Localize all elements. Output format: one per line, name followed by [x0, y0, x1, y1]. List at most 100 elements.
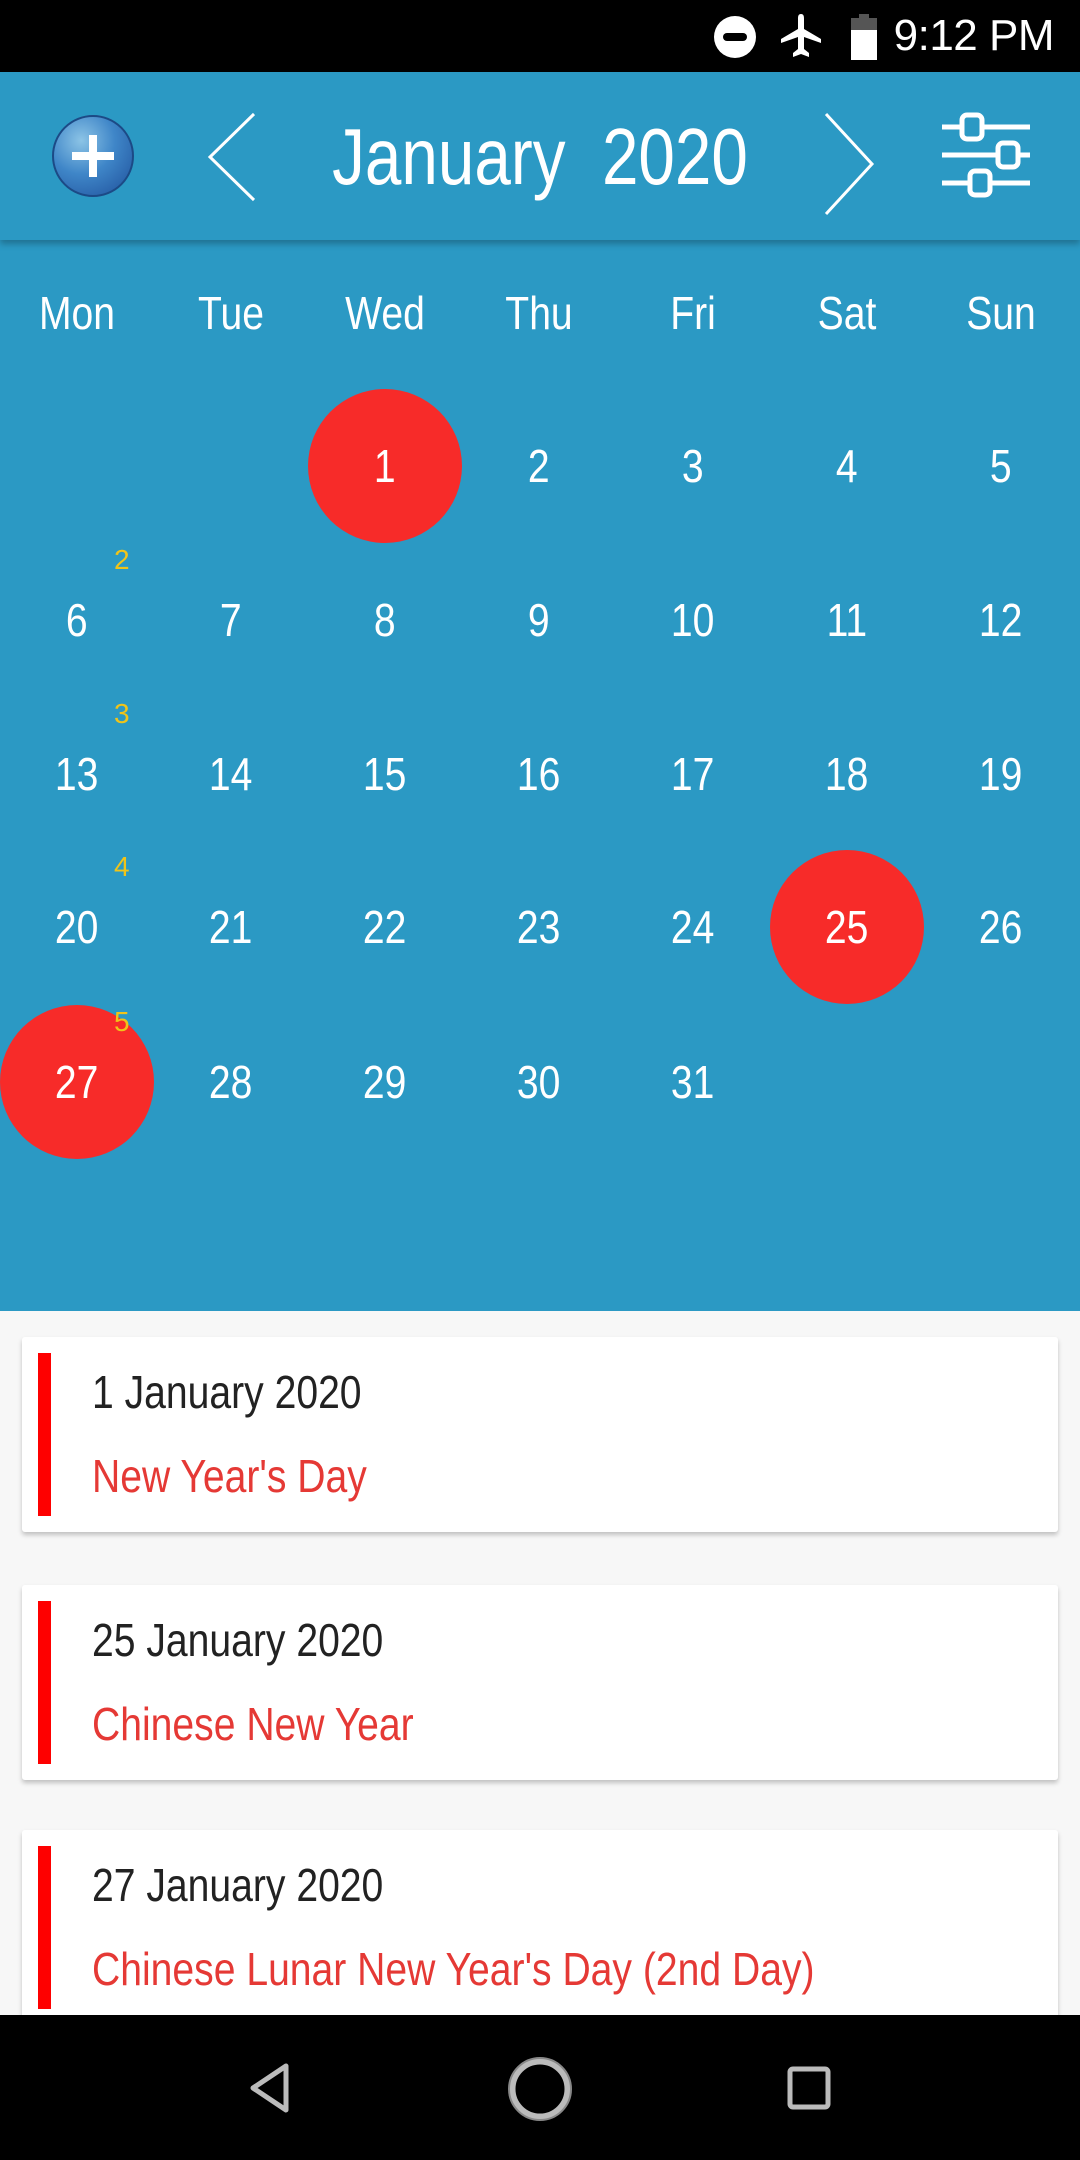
calendar-day[interactable]: 11 — [770, 543, 924, 697]
chevron-left-icon — [207, 112, 256, 202]
weekday-label: Mon — [38, 287, 116, 339]
event-color-bar — [38, 1601, 51, 1764]
airplane-mode-icon — [781, 14, 821, 57]
event-name: Chinese Lunar New Year's Day (2nd Day) — [92, 1943, 815, 1995]
status-time: 9:12 PM — [893, 11, 1055, 60]
month-title[interactable]: January 2020 — [294, 112, 786, 202]
calendar-day[interactable]: 14 — [154, 697, 308, 851]
calendar-day[interactable]: 15 — [308, 697, 462, 851]
week-number: 3 — [114, 698, 130, 729]
day-number: 8 — [374, 594, 396, 646]
day-number: 26 — [979, 901, 1023, 953]
event-card[interactable]: 25 January 2020 Chinese New Year — [22, 1585, 1058, 1780]
do-not-disturb-icon — [714, 16, 756, 58]
calendar-day[interactable]: 4 — [770, 389, 924, 543]
calendar-day[interactable]: 16 — [462, 697, 616, 851]
calendar-day[interactable]: 3 — [616, 389, 770, 543]
calendar-day[interactable]: 9 — [462, 543, 616, 697]
calendar-day[interactable]: 18 — [770, 697, 924, 851]
day-number: 22 — [363, 901, 407, 953]
prev-month-button[interactable] — [204, 112, 260, 202]
calendar-day-holiday[interactable]: 25 — [770, 850, 924, 1004]
back-button[interactable] — [248, 2063, 292, 2113]
calendar-day[interactable]: 22 — [308, 850, 462, 1004]
calendar-day[interactable]: 21 — [154, 850, 308, 1004]
calendar-day[interactable]: 28 — [154, 1005, 308, 1159]
day-number: 31 — [671, 1056, 715, 1108]
day-number: 29 — [363, 1056, 407, 1108]
calendar-day[interactable]: 23 — [462, 850, 616, 1004]
day-number: 27 — [55, 1056, 99, 1108]
calendar-day[interactable]: 5 — [924, 389, 1078, 543]
event-card[interactable]: 27 January 2020 Chinese Lunar New Year's … — [22, 1830, 1058, 2015]
calendar-day-holiday[interactable]: 27 — [0, 1005, 154, 1159]
day-number: 10 — [671, 594, 715, 646]
day-number: 16 — [517, 748, 561, 800]
calendar-day-holiday[interactable]: 1 — [308, 389, 462, 543]
day-number: 5 — [990, 440, 1012, 492]
calendar-day[interactable]: 2 — [462, 389, 616, 543]
day-number: 17 — [671, 748, 715, 800]
weekday-label: Tue — [198, 287, 264, 339]
recents-icon — [787, 2066, 831, 2110]
battery-icon — [851, 14, 877, 60]
calendar-day[interactable]: 10 — [616, 543, 770, 697]
event-name: New Year's Day — [92, 1450, 367, 1502]
chevron-right-icon — [824, 112, 875, 216]
calendar-day[interactable]: 17 — [616, 697, 770, 851]
weekday-label: Sat — [817, 287, 877, 339]
day-number: 11 — [826, 594, 868, 646]
calendar-day[interactable]: 30 — [462, 1005, 616, 1159]
weekday-label: Wed — [345, 287, 425, 339]
recents-button[interactable] — [786, 2065, 832, 2111]
event-color-bar — [38, 1846, 51, 2009]
next-month-button[interactable] — [822, 112, 878, 216]
calendar-day[interactable]: 20 — [0, 850, 154, 1004]
event-date: 25 January 2020 — [92, 1614, 384, 1666]
calendar-day[interactable]: 29 — [308, 1005, 462, 1159]
day-number: 14 — [209, 748, 253, 800]
week-number: 4 — [114, 851, 130, 882]
calendar-day[interactable]: 12 — [924, 543, 1078, 697]
weekday-label: Fri — [670, 287, 716, 339]
calendar-day[interactable]: 24 — [616, 850, 770, 1004]
back-icon — [250, 2063, 289, 2113]
calendar-day[interactable]: 13 — [0, 697, 154, 851]
day-number: 3 — [682, 440, 704, 492]
day-number: 15 — [363, 748, 407, 800]
day-number: 1 — [374, 440, 396, 492]
sliders-icon — [942, 112, 1030, 198]
add-event-button[interactable] — [52, 115, 134, 197]
weekday-label: Thu — [505, 287, 573, 339]
event-card[interactable]: 1 January 2020 New Year's Day — [22, 1337, 1058, 1532]
day-number: 18 — [825, 748, 869, 800]
home-button[interactable] — [506, 2055, 574, 2123]
settings-button[interactable] — [930, 110, 1040, 200]
app-header: January 2020 — [0, 72, 1080, 240]
day-number: 9 — [528, 594, 550, 646]
day-number: 24 — [671, 901, 715, 953]
week-number: 2 — [114, 544, 130, 575]
day-number: 19 — [979, 748, 1023, 800]
calendar-day[interactable]: 6 — [0, 543, 154, 697]
events-list: 1 January 2020 New Year's Day 25 January 2… — [0, 1311, 1080, 2015]
calendar-day[interactable]: 19 — [924, 697, 1078, 851]
day-number: 12 — [979, 594, 1023, 646]
calendar-grid: Mon Tue Wed Thu Fri Sat Sun 1 2 3 4 5 6 7 8 9 10 11 12 2 13… — [0, 240, 1080, 1311]
calendar-day[interactable]: 26 — [924, 850, 1078, 1004]
day-number: 20 — [55, 901, 99, 953]
day-number: 7 — [220, 594, 242, 646]
add-icon — [72, 135, 114, 177]
calendar-day[interactable]: 8 — [308, 543, 462, 697]
day-number: 28 — [209, 1056, 253, 1108]
event-date: 27 January 2020 — [92, 1859, 384, 1911]
calendar-day[interactable]: 7 — [154, 543, 308, 697]
weekday-label: Sun — [966, 287, 1036, 339]
navigation-bar — [0, 2015, 1080, 2160]
week-number: 5 — [114, 1006, 130, 1037]
event-date: 1 January 2020 — [92, 1366, 362, 1418]
calendar-day[interactable]: 31 — [616, 1005, 770, 1159]
day-number: 6 — [66, 594, 88, 646]
day-number: 25 — [825, 901, 869, 953]
day-number: 4 — [836, 440, 858, 492]
